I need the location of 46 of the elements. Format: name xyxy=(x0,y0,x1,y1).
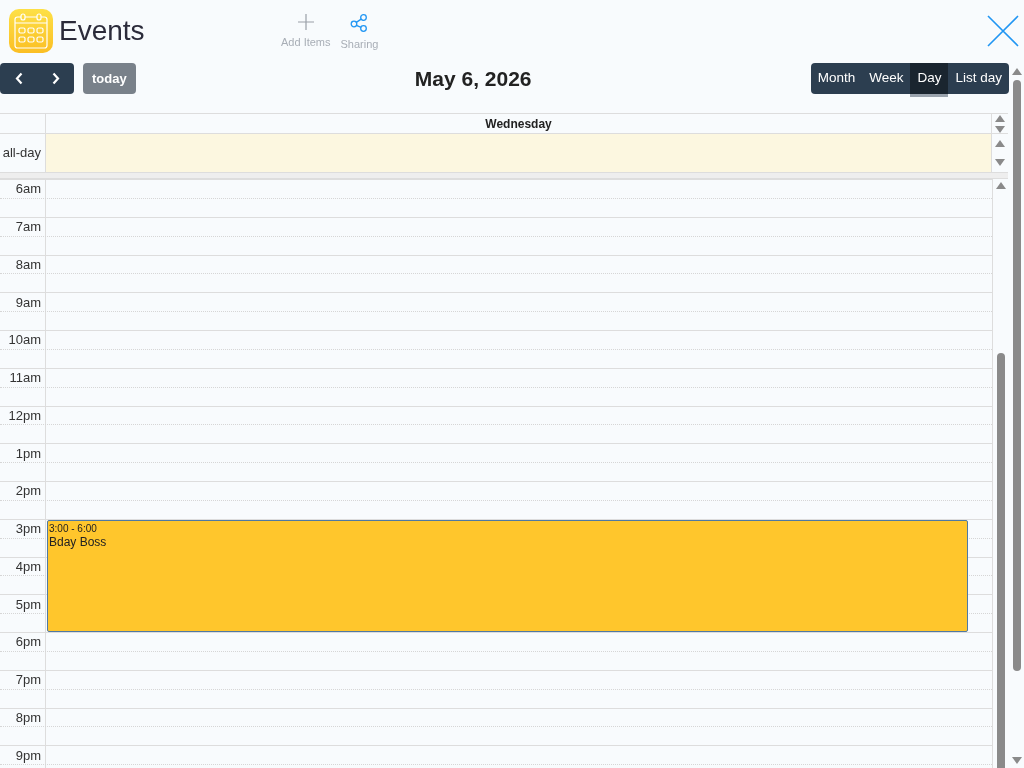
previous-button[interactable] xyxy=(0,63,37,94)
next-button[interactable] xyxy=(37,63,74,94)
view-tab[interactable]: Week xyxy=(862,63,911,94)
time-label: 10am xyxy=(8,332,41,348)
time-label: 6am xyxy=(15,181,41,197)
scroll-up-icon[interactable] xyxy=(995,114,1005,122)
scroll-up-icon[interactable] xyxy=(995,182,1006,189)
plus-icon xyxy=(297,14,314,30)
time-label: 3pm xyxy=(15,521,41,537)
today-button[interactable]: today xyxy=(83,63,136,94)
scrollbar-thumb[interactable] xyxy=(996,353,1005,768)
event-title: Bday Boss xyxy=(49,533,107,550)
time-label: 9am xyxy=(15,294,41,310)
event-time: 3:00 - 6:00 xyxy=(49,522,97,534)
scroll-up-icon[interactable] xyxy=(1012,68,1022,75)
view-tab[interactable]: Month xyxy=(810,63,863,94)
scroll-down-icon[interactable] xyxy=(995,125,1005,133)
time-label: 9pm xyxy=(15,747,41,763)
share-icon xyxy=(350,14,369,32)
scroll-up-icon[interactable] xyxy=(995,140,1005,147)
time-label: 12pm xyxy=(8,407,41,423)
chevron-right-icon xyxy=(51,72,60,85)
time-label: 8am xyxy=(15,256,41,272)
all-day-label: all-day xyxy=(2,144,41,163)
time-label: 2pm xyxy=(15,483,41,499)
time-label: 7am xyxy=(15,219,41,235)
scroll-down-icon[interactable] xyxy=(1012,757,1022,764)
day-header: Wednesday xyxy=(485,115,552,133)
time-label: 4pm xyxy=(15,558,41,574)
time-label: 5pm xyxy=(15,596,41,612)
scrollbar-thumb[interactable] xyxy=(1013,80,1021,671)
time-label: 7pm xyxy=(15,672,41,688)
view-tab[interactable]: Day xyxy=(910,63,949,94)
time-label: 6pm xyxy=(15,634,41,650)
close-icon xyxy=(987,15,1019,47)
scroll-down-icon[interactable] xyxy=(995,159,1005,166)
calendar-title: May 6, 2026 xyxy=(414,65,532,92)
time-label: 8pm xyxy=(15,709,41,725)
time-label: 11am xyxy=(9,370,41,386)
event-block[interactable]: 3:00 - 6:00 Bday Boss xyxy=(47,519,968,632)
calendar-logo-icon xyxy=(9,9,53,53)
app-title: Events xyxy=(59,14,145,48)
view-tab[interactable]: List day xyxy=(948,63,1009,94)
chevron-left-icon xyxy=(14,72,23,85)
close-button[interactable] xyxy=(987,15,1019,47)
time-label: 1pm xyxy=(15,445,41,461)
